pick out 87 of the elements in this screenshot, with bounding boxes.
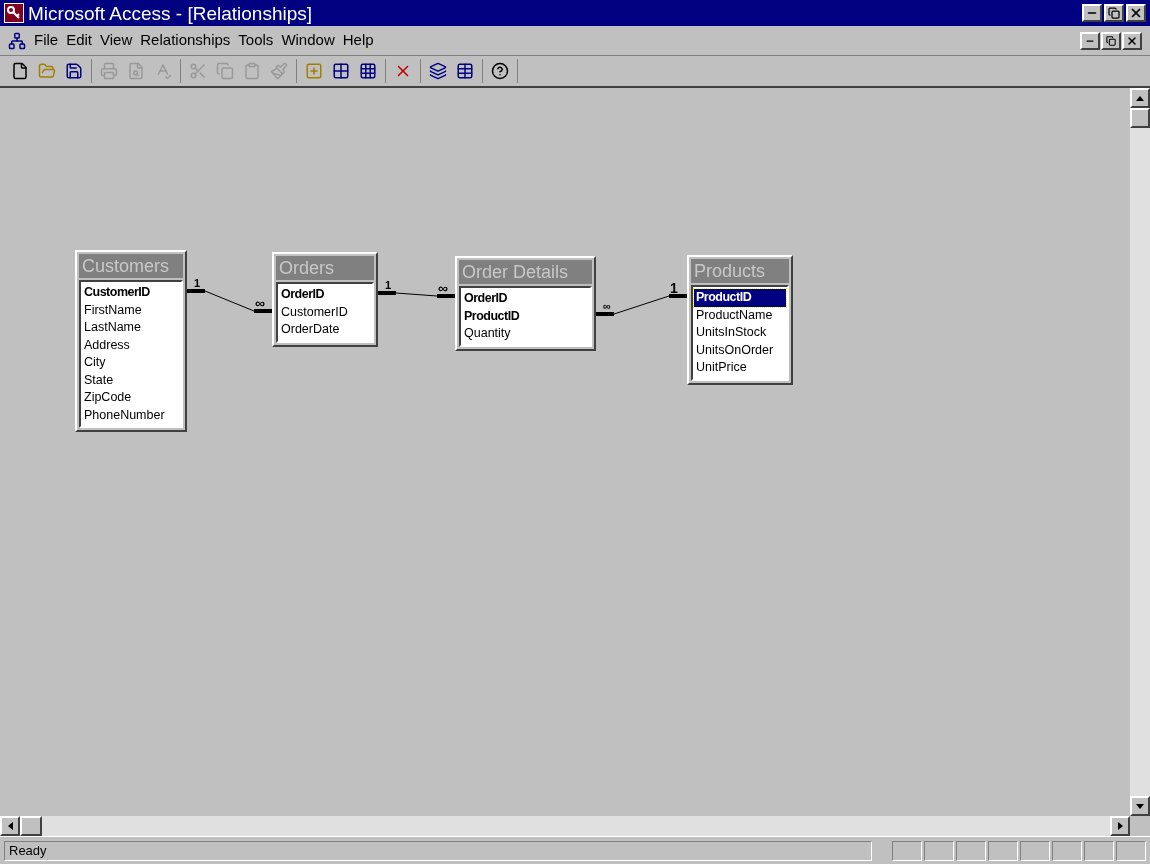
restore-button[interactable]	[1101, 31, 1121, 50]
relationships-icon	[8, 31, 26, 50]
scissors-icon	[189, 62, 207, 80]
status-panel	[956, 840, 986, 861]
status-text: Ready	[4, 840, 872, 861]
one-label: 1	[670, 281, 678, 295]
help-icon	[491, 62, 509, 80]
field-name[interactable]: PhoneNumber	[82, 406, 180, 424]
table-icon	[456, 62, 474, 80]
scroll-thumb[interactable]	[20, 816, 42, 836]
status-panel	[1084, 840, 1114, 861]
field-name[interactable]: ProductName	[694, 306, 786, 324]
status-panel	[1020, 840, 1050, 861]
menu-item[interactable]: Window	[277, 29, 339, 52]
relationship-line[interactable]	[187, 289, 272, 313]
field-name[interactable]: Address	[82, 336, 180, 354]
many-label: ∞	[255, 296, 265, 310]
scroll-up-button[interactable]	[1130, 88, 1150, 108]
vertical-scrollbar[interactable]	[1130, 88, 1150, 816]
horizontal-scrollbar[interactable]	[0, 816, 1130, 836]
scroll-down-button[interactable]	[1130, 796, 1150, 816]
field-name[interactable]: LastName	[82, 319, 180, 337]
status-panel	[892, 840, 922, 861]
one-label: 1	[194, 278, 201, 289]
restore-icon	[1106, 35, 1116, 46]
field-name[interactable]: UnitsInStock	[694, 324, 786, 342]
field-name[interactable]: City	[82, 354, 180, 372]
field-name[interactable]: CustomerID	[82, 284, 180, 302]
large-grid-icon	[359, 62, 377, 80]
field-name[interactable]: UnitPrice	[694, 359, 786, 377]
restore-button[interactable]	[1104, 4, 1124, 22]
menu-item[interactable]: Relationships	[136, 29, 235, 52]
field-name[interactable]: State	[82, 371, 180, 389]
field-name[interactable]: CustomerID	[279, 303, 371, 321]
clipboard-icon	[243, 62, 261, 80]
close-button[interactable]	[1126, 4, 1146, 22]
close-icon	[1126, 34, 1138, 47]
restore-icon	[1108, 7, 1120, 19]
table-window[interactable]: Order Details OrderID ProductID Quantity	[455, 256, 596, 351]
small-grid-icon	[332, 62, 350, 80]
field-name[interactable]: FirstName	[82, 301, 180, 319]
blank-page-icon	[11, 62, 29, 80]
menu-item[interactable]: Help	[338, 29, 378, 52]
many-label: ∞	[438, 281, 448, 295]
minimize-button[interactable]	[1080, 31, 1100, 50]
left-arrow-icon	[7, 822, 13, 830]
plus-square-icon	[305, 62, 323, 80]
minimize-button[interactable]	[1082, 4, 1102, 22]
field-name[interactable]: OrderID	[279, 286, 371, 304]
key-icon	[4, 3, 24, 23]
menu-item[interactable]: File	[30, 29, 63, 52]
table-window[interactable]: Customers CustomerID FirstName LastName Address City State ZipCode PhoneNumber	[75, 250, 187, 432]
close-button[interactable]	[1122, 31, 1142, 50]
right-arrow-icon	[1117, 822, 1123, 830]
menu-item[interactable]: View	[96, 29, 137, 52]
table-window[interactable]: Products ProductID ProductName UnitsInStock UnitsOnOrder UnitPrice	[687, 255, 793, 385]
status-panel	[988, 840, 1018, 861]
page-magnifier-icon	[127, 62, 145, 80]
field-name[interactable]: OrderDate	[279, 321, 371, 339]
status-panel	[1116, 840, 1146, 861]
down-arrow-icon	[1136, 803, 1144, 809]
many-label: ∞	[603, 301, 611, 312]
window-title: Microsoft Access - [Relationships]	[28, 3, 314, 23]
stacked-windows-icon	[429, 62, 447, 80]
printer-icon	[100, 62, 118, 80]
scroll-left-button[interactable]	[0, 816, 20, 836]
paintbrush-icon	[270, 62, 288, 80]
folder-icon	[38, 62, 56, 80]
field-name[interactable]: ZipCode	[82, 389, 180, 407]
field-name[interactable]: ProductID	[462, 307, 589, 325]
up-arrow-icon	[1136, 95, 1144, 101]
copy-icon	[216, 62, 234, 80]
field-name[interactable]: ProductID	[694, 289, 786, 307]
field-name[interactable]: OrderID	[462, 290, 589, 308]
scroll-thumb[interactable]	[1130, 108, 1150, 128]
relationship-line[interactable]	[378, 291, 455, 298]
menu-item[interactable]: Tools	[234, 29, 278, 52]
status-panel	[1052, 840, 1082, 861]
scroll-right-button[interactable]	[1110, 816, 1130, 836]
table-window[interactable]: Orders OrderID CustomerID OrderDate	[272, 252, 378, 347]
one-label: 1	[385, 280, 392, 291]
menu-item[interactable]: Edit	[62, 29, 97, 52]
relationship-line[interactable]	[596, 294, 687, 316]
close-icon	[1129, 6, 1143, 20]
status-panel	[924, 840, 954, 861]
field-name[interactable]: Quantity	[462, 325, 589, 343]
field-name[interactable]: UnitsOnOrder	[694, 341, 786, 359]
